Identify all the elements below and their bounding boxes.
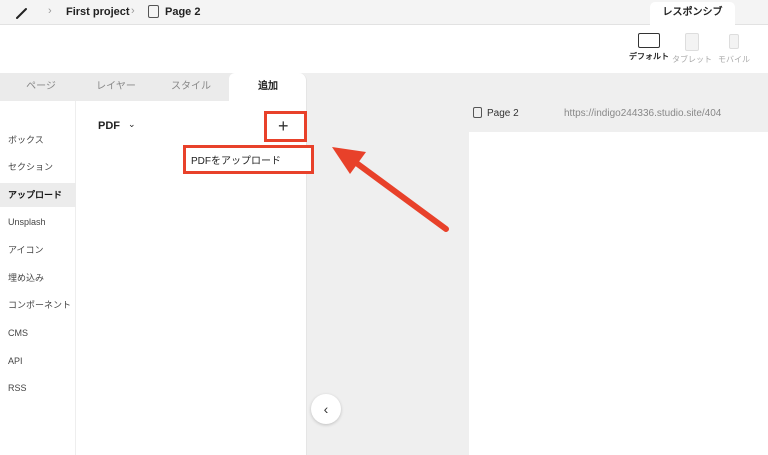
plus-icon: + [278,116,289,136]
monitor-icon [638,33,660,48]
upload-pdf-menu-item[interactable]: PDFをアップロード [191,152,281,167]
responsive-tab[interactable]: レスポンシブ [650,2,735,25]
page-icon [473,107,482,118]
canvas-page-name: Page 2 [487,108,519,119]
breadcrumb-page[interactable]: Page 2 [165,6,200,18]
nav-item-rss[interactable]: RSS [0,376,76,400]
device-mobile-label: モバイル [718,55,750,64]
canvas-page-label[interactable]: Page 2 [473,107,519,119]
nav-item-section[interactable]: セクション [0,155,76,179]
page-canvas[interactable] [469,132,768,455]
add-pdf-button[interactable]: + [264,111,307,142]
device-default-label: デフォルト [629,52,669,61]
collapse-panel-button[interactable]: ‹ [311,394,341,424]
device-default[interactable]: デフォルト [627,33,671,62]
tab-page[interactable]: ページ [0,73,82,101]
chevron-right-icon: › [48,5,52,17]
breadcrumb-project[interactable]: First project [66,6,130,18]
pencil-icon[interactable] [14,5,30,21]
nav-item-unsplash[interactable]: Unsplash [0,210,76,234]
left-panel: ページ レイヤー スタイル 追加 ボックス セクション アップロード Unspl… [0,73,307,455]
nav-item-embed[interactable]: 埋め込み [0,266,76,290]
nav-item-api[interactable]: API [0,349,76,373]
tab-layer[interactable]: レイヤー [75,73,157,101]
chevron-down-icon[interactable]: ⌄ [128,119,136,130]
device-mobile[interactable]: モバイル [714,33,754,65]
page-url[interactable]: https://indigo244336.studio.site/404 [564,108,721,119]
tab-style[interactable]: スタイル [150,73,232,101]
chevron-right-icon: › [131,5,135,17]
device-bar: デフォルト タブレット モバイル [0,25,768,73]
nav-item-upload[interactable]: アップロード [0,183,76,207]
panel-tabs: ページ レイヤー スタイル 追加 [0,73,306,101]
device-tablet[interactable]: タブレット [670,33,714,65]
top-bar: › First project › Page 2 レスポンシブ [0,0,768,25]
tab-add[interactable]: 追加 [229,73,306,101]
page-icon [148,5,159,18]
nav-item-box[interactable]: ボックス [0,128,76,152]
nav-item-cms[interactable]: CMS [0,321,76,345]
tablet-icon [685,33,699,51]
nav-item-icon[interactable]: アイコン [0,238,76,262]
device-tablet-label: タブレット [672,55,712,64]
chevron-left-icon: ‹ [323,401,329,417]
add-sidenav: ボックス セクション アップロード Unsplash アイコン 埋め込み コンポ… [0,101,76,455]
pdf-dropdown-menu: PDFをアップロード [183,145,314,174]
mobile-icon [729,34,739,49]
pdf-section-title[interactable]: PDF [98,120,120,132]
nav-item-component[interactable]: コンポーネント [0,293,76,317]
